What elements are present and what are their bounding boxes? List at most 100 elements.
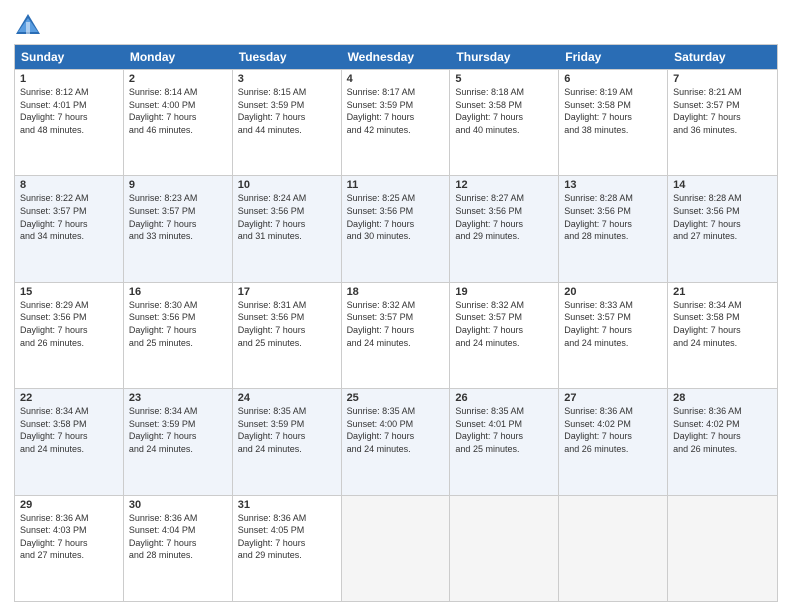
- logo: [14, 10, 46, 38]
- day-info: Sunrise: 8:32 AM Sunset: 3:57 PM Dayligh…: [347, 299, 445, 349]
- day-cell-4: 4Sunrise: 8:17 AM Sunset: 3:59 PM Daylig…: [342, 70, 451, 175]
- day-header-friday: Friday: [559, 45, 668, 69]
- day-cell-22: 22Sunrise: 8:34 AM Sunset: 3:58 PM Dayli…: [15, 389, 124, 494]
- day-number: 18: [347, 286, 445, 298]
- day-number: 7: [673, 73, 772, 85]
- calendar-header: SundayMondayTuesdayWednesdayThursdayFrid…: [15, 45, 777, 69]
- day-cell-8: 8Sunrise: 8:22 AM Sunset: 3:57 PM Daylig…: [15, 176, 124, 281]
- day-cell-17: 17Sunrise: 8:31 AM Sunset: 3:56 PM Dayli…: [233, 283, 342, 388]
- day-cell-28: 28Sunrise: 8:36 AM Sunset: 4:02 PM Dayli…: [668, 389, 777, 494]
- day-info: Sunrise: 8:32 AM Sunset: 3:57 PM Dayligh…: [455, 299, 553, 349]
- day-number: 21: [673, 286, 772, 298]
- day-info: Sunrise: 8:14 AM Sunset: 4:00 PM Dayligh…: [129, 86, 227, 136]
- day-cell-13: 13Sunrise: 8:28 AM Sunset: 3:56 PM Dayli…: [559, 176, 668, 281]
- day-cell-25: 25Sunrise: 8:35 AM Sunset: 4:00 PM Dayli…: [342, 389, 451, 494]
- day-cell-30: 30Sunrise: 8:36 AM Sunset: 4:04 PM Dayli…: [124, 496, 233, 601]
- day-cell-1: 1Sunrise: 8:12 AM Sunset: 4:01 PM Daylig…: [15, 70, 124, 175]
- day-header-monday: Monday: [124, 45, 233, 69]
- day-info: Sunrise: 8:28 AM Sunset: 3:56 PM Dayligh…: [564, 192, 662, 242]
- day-number: 25: [347, 392, 445, 404]
- calendar-row-1: 1Sunrise: 8:12 AM Sunset: 4:01 PM Daylig…: [15, 69, 777, 175]
- day-cell-14: 14Sunrise: 8:28 AM Sunset: 3:56 PM Dayli…: [668, 176, 777, 281]
- day-cell-20: 20Sunrise: 8:33 AM Sunset: 3:57 PM Dayli…: [559, 283, 668, 388]
- day-cell-29: 29Sunrise: 8:36 AM Sunset: 4:03 PM Dayli…: [15, 496, 124, 601]
- day-info: Sunrise: 8:35 AM Sunset: 3:59 PM Dayligh…: [238, 405, 336, 455]
- day-info: Sunrise: 8:36 AM Sunset: 4:02 PM Dayligh…: [564, 405, 662, 455]
- calendar-page: SundayMondayTuesdayWednesdayThursdayFrid…: [0, 0, 792, 612]
- day-info: Sunrise: 8:35 AM Sunset: 4:00 PM Dayligh…: [347, 405, 445, 455]
- day-number: 20: [564, 286, 662, 298]
- calendar-row-5: 29Sunrise: 8:36 AM Sunset: 4:03 PM Dayli…: [15, 495, 777, 601]
- day-cell-27: 27Sunrise: 8:36 AM Sunset: 4:02 PM Dayli…: [559, 389, 668, 494]
- day-cell-26: 26Sunrise: 8:35 AM Sunset: 4:01 PM Dayli…: [450, 389, 559, 494]
- day-number: 2: [129, 73, 227, 85]
- day-info: Sunrise: 8:21 AM Sunset: 3:57 PM Dayligh…: [673, 86, 772, 136]
- day-info: Sunrise: 8:18 AM Sunset: 3:58 PM Dayligh…: [455, 86, 553, 136]
- day-number: 14: [673, 179, 772, 191]
- day-info: Sunrise: 8:24 AM Sunset: 3:56 PM Dayligh…: [238, 192, 336, 242]
- empty-cell-4-3: [342, 496, 451, 601]
- day-info: Sunrise: 8:23 AM Sunset: 3:57 PM Dayligh…: [129, 192, 227, 242]
- day-number: 31: [238, 499, 336, 511]
- day-cell-12: 12Sunrise: 8:27 AM Sunset: 3:56 PM Dayli…: [450, 176, 559, 281]
- day-number: 26: [455, 392, 553, 404]
- day-number: 1: [20, 73, 118, 85]
- day-number: 29: [20, 499, 118, 511]
- day-info: Sunrise: 8:27 AM Sunset: 3:56 PM Dayligh…: [455, 192, 553, 242]
- day-number: 27: [564, 392, 662, 404]
- day-cell-5: 5Sunrise: 8:18 AM Sunset: 3:58 PM Daylig…: [450, 70, 559, 175]
- logo-icon: [14, 10, 42, 38]
- day-number: 24: [238, 392, 336, 404]
- calendar-body: 1Sunrise: 8:12 AM Sunset: 4:01 PM Daylig…: [15, 69, 777, 601]
- day-header-tuesday: Tuesday: [233, 45, 342, 69]
- day-info: Sunrise: 8:12 AM Sunset: 4:01 PM Dayligh…: [20, 86, 118, 136]
- calendar-row-4: 22Sunrise: 8:34 AM Sunset: 3:58 PM Dayli…: [15, 388, 777, 494]
- day-cell-7: 7Sunrise: 8:21 AM Sunset: 3:57 PM Daylig…: [668, 70, 777, 175]
- page-header: [14, 10, 778, 38]
- day-number: 28: [673, 392, 772, 404]
- day-number: 23: [129, 392, 227, 404]
- day-number: 3: [238, 73, 336, 85]
- day-number: 9: [129, 179, 227, 191]
- day-number: 6: [564, 73, 662, 85]
- day-cell-2: 2Sunrise: 8:14 AM Sunset: 4:00 PM Daylig…: [124, 70, 233, 175]
- day-info: Sunrise: 8:25 AM Sunset: 3:56 PM Dayligh…: [347, 192, 445, 242]
- day-cell-23: 23Sunrise: 8:34 AM Sunset: 3:59 PM Dayli…: [124, 389, 233, 494]
- day-cell-11: 11Sunrise: 8:25 AM Sunset: 3:56 PM Dayli…: [342, 176, 451, 281]
- day-cell-9: 9Sunrise: 8:23 AM Sunset: 3:57 PM Daylig…: [124, 176, 233, 281]
- day-info: Sunrise: 8:29 AM Sunset: 3:56 PM Dayligh…: [20, 299, 118, 349]
- day-cell-31: 31Sunrise: 8:36 AM Sunset: 4:05 PM Dayli…: [233, 496, 342, 601]
- day-info: Sunrise: 8:35 AM Sunset: 4:01 PM Dayligh…: [455, 405, 553, 455]
- day-cell-19: 19Sunrise: 8:32 AM Sunset: 3:57 PM Dayli…: [450, 283, 559, 388]
- day-number: 8: [20, 179, 118, 191]
- day-info: Sunrise: 8:33 AM Sunset: 3:57 PM Dayligh…: [564, 299, 662, 349]
- day-info: Sunrise: 8:34 AM Sunset: 3:59 PM Dayligh…: [129, 405, 227, 455]
- day-cell-16: 16Sunrise: 8:30 AM Sunset: 3:56 PM Dayli…: [124, 283, 233, 388]
- day-info: Sunrise: 8:31 AM Sunset: 3:56 PM Dayligh…: [238, 299, 336, 349]
- day-info: Sunrise: 8:17 AM Sunset: 3:59 PM Dayligh…: [347, 86, 445, 136]
- day-number: 11: [347, 179, 445, 191]
- day-number: 10: [238, 179, 336, 191]
- day-info: Sunrise: 8:19 AM Sunset: 3:58 PM Dayligh…: [564, 86, 662, 136]
- day-number: 19: [455, 286, 553, 298]
- day-info: Sunrise: 8:36 AM Sunset: 4:05 PM Dayligh…: [238, 512, 336, 562]
- calendar: SundayMondayTuesdayWednesdayThursdayFrid…: [14, 44, 778, 602]
- day-cell-18: 18Sunrise: 8:32 AM Sunset: 3:57 PM Dayli…: [342, 283, 451, 388]
- day-cell-6: 6Sunrise: 8:19 AM Sunset: 3:58 PM Daylig…: [559, 70, 668, 175]
- day-header-thursday: Thursday: [450, 45, 559, 69]
- day-info: Sunrise: 8:15 AM Sunset: 3:59 PM Dayligh…: [238, 86, 336, 136]
- day-info: Sunrise: 8:36 AM Sunset: 4:02 PM Dayligh…: [673, 405, 772, 455]
- day-info: Sunrise: 8:22 AM Sunset: 3:57 PM Dayligh…: [20, 192, 118, 242]
- day-info: Sunrise: 8:36 AM Sunset: 4:04 PM Dayligh…: [129, 512, 227, 562]
- day-cell-10: 10Sunrise: 8:24 AM Sunset: 3:56 PM Dayli…: [233, 176, 342, 281]
- day-cell-21: 21Sunrise: 8:34 AM Sunset: 3:58 PM Dayli…: [668, 283, 777, 388]
- day-info: Sunrise: 8:34 AM Sunset: 3:58 PM Dayligh…: [673, 299, 772, 349]
- day-cell-3: 3Sunrise: 8:15 AM Sunset: 3:59 PM Daylig…: [233, 70, 342, 175]
- day-header-saturday: Saturday: [668, 45, 777, 69]
- calendar-row-2: 8Sunrise: 8:22 AM Sunset: 3:57 PM Daylig…: [15, 175, 777, 281]
- day-number: 5: [455, 73, 553, 85]
- day-number: 13: [564, 179, 662, 191]
- empty-cell-4-5: [559, 496, 668, 601]
- day-number: 15: [20, 286, 118, 298]
- day-number: 4: [347, 73, 445, 85]
